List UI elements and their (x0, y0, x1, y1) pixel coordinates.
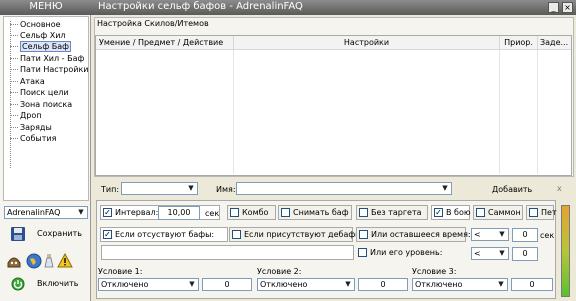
globe-icon[interactable] (26, 253, 42, 269)
menu-item-events[interactable]: События (4, 133, 56, 144)
chevron-down-icon: ▼ (188, 184, 194, 192)
condition-2-select[interactable]: Отключено ▼ (257, 278, 355, 291)
menu-item-main[interactable]: Основное (4, 19, 61, 30)
time-left-unit: сек (540, 231, 555, 240)
condition-1-select[interactable]: Отключено ▼ (98, 278, 199, 291)
helmet-icon[interactable] (6, 253, 22, 269)
save-button[interactable]: Сохранить (8, 225, 86, 243)
interval-unit: сек (205, 209, 220, 218)
condition-3-input[interactable]: 0 (511, 278, 553, 291)
column-header-priority[interactable]: Приор. (500, 36, 538, 49)
in-combat-checkbox[interactable]: ✓ В бою (431, 205, 471, 220)
skills-table-header: Умение / Предмет / Действие Настройки Пр… (96, 36, 571, 50)
chevron-down-icon: ▼ (442, 184, 448, 192)
remove-buff-checkbox[interactable]: Снимать баф (278, 205, 352, 220)
window-title: Настройки сельф бафов - AdrenalinFAQ (98, 1, 303, 12)
buffs-list-input[interactable] (101, 245, 354, 260)
profile-select[interactable]: AdrenalinFAQ ▼ (4, 206, 88, 219)
level-checkbox[interactable]: Или его уровень: (356, 245, 466, 260)
window-controls: _ × (548, 2, 573, 13)
level-input[interactable]: 0 (512, 247, 538, 261)
level-operator-select[interactable]: < ▼ (471, 247, 509, 260)
chevron-down-icon: ▼ (498, 280, 504, 288)
tools-row (6, 252, 88, 270)
time-left-input[interactable]: 0 (512, 228, 538, 242)
condition-1-label: Условие 1: (98, 267, 143, 276)
column-header-skill[interactable]: Умение / Предмет / Действие (96, 36, 234, 49)
menu-item-drop[interactable]: Дроп (4, 110, 41, 121)
interval-input[interactable]: 10,00 (158, 206, 200, 220)
time-left-operator-select[interactable]: < ▼ (471, 228, 509, 241)
condition-2-input[interactable]: 0 (358, 278, 408, 291)
checkmark-icon: ✓ (103, 208, 112, 217)
menu-item-self-buff[interactable]: Сельф Баф (4, 41, 71, 52)
column-header-settings[interactable]: Настройки (234, 36, 500, 49)
skills-group: Настройка Скилов/Итемов Умение / Предмет… (94, 17, 574, 177)
checkmark-icon: ✓ (103, 230, 112, 239)
potion-icon[interactable] (44, 253, 54, 269)
type-label: Тип: (101, 185, 120, 194)
name-select[interactable]: ▼ (236, 182, 452, 195)
checkmark-icon: ✓ (434, 208, 443, 217)
type-select[interactable]: ▼ (121, 182, 198, 195)
power-icon (11, 277, 25, 291)
chevron-down-icon: ▼ (78, 208, 84, 216)
minimize-button[interactable]: _ (548, 2, 559, 13)
menu-item-target-search[interactable]: Поиск цели (4, 87, 69, 98)
summon-checkbox[interactable]: Саммон (473, 205, 523, 220)
condition-1-input[interactable]: 0 (202, 278, 252, 291)
menu-tree: Основное Сельф Хил Сельф Баф Пати Хил - … (3, 16, 89, 201)
menu-item-party-heal-buff[interactable]: Пати Хил - Баф (4, 53, 84, 64)
menu-item-search-zone[interactable]: Зона поиска (4, 99, 72, 110)
time-left-checkbox[interactable]: Или оставшееся время: (356, 227, 471, 242)
menu-title: МЕНЮ (0, 0, 92, 15)
clear-button[interactable]: x (557, 184, 562, 193)
menu-item-party-settings[interactable]: Пати Настройки (4, 64, 89, 75)
window-title-bar: Настройки сельф бафов - AdrenalinFAQ _ × (92, 0, 576, 15)
enable-button[interactable]: Включить (8, 276, 86, 293)
chevron-down-icon: ▼ (345, 280, 351, 288)
menu-item-self-heal[interactable]: Сельф Хил (4, 30, 66, 41)
name-label: Имя: (216, 185, 236, 194)
no-target-checkbox[interactable]: Без таргета (356, 205, 428, 220)
condition-2-label: Условие 2: (257, 267, 302, 276)
level-bar (561, 205, 570, 297)
menu-item-charges[interactable]: Заряды (4, 122, 52, 133)
combo-checkbox[interactable]: Комбо (227, 205, 276, 220)
close-button[interactable]: × (562, 2, 573, 13)
chevron-down-icon: ▼ (189, 280, 195, 288)
skills-group-title: Настройка Скилов/Итемов (97, 19, 209, 28)
missing-buffs-checkbox[interactable]: ✓ Если отсуствуют бафы: (100, 227, 228, 242)
condition-3-label: Условие 3: (412, 267, 457, 276)
floppy-disk-icon (11, 227, 25, 241)
pet-checkbox[interactable]: Пет (526, 205, 557, 220)
chevron-down-icon: ▼ (499, 249, 505, 257)
present-debuffs-checkbox[interactable]: Если присутствуют дебафы: (229, 227, 364, 242)
chevron-down-icon: ▼ (499, 230, 505, 238)
condition-3-select[interactable]: Отключено ▼ (412, 278, 508, 291)
warning-icon[interactable] (57, 253, 73, 268)
skills-table[interactable]: Умение / Предмет / Действие Настройки Пр… (95, 35, 572, 176)
add-button[interactable]: Добавить (492, 185, 532, 194)
menu-item-attack[interactable]: Атака (4, 76, 45, 87)
column-header-delay[interactable]: Заде... (538, 36, 571, 49)
